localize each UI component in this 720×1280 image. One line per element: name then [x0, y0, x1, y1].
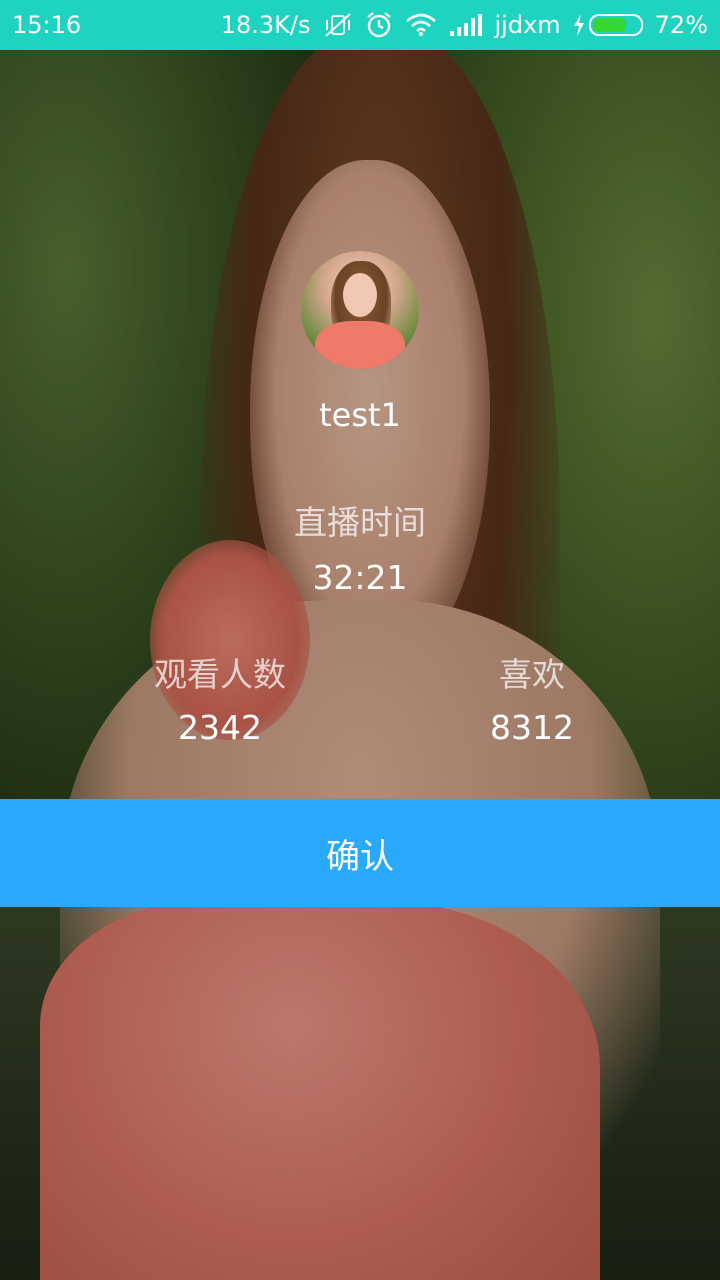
live-time-value: 32:21: [312, 558, 408, 597]
confirm-button[interactable]: 确认: [0, 799, 720, 907]
username: test1: [319, 396, 401, 434]
charging-icon: [573, 14, 585, 36]
viewers-label: 观看人数: [154, 655, 286, 694]
avatar: [301, 251, 419, 369]
live-time-label: 直播时间: [294, 503, 426, 542]
wifi-icon: [405, 13, 437, 37]
status-time: 15:16: [12, 11, 82, 39]
signal-icon: [449, 13, 483, 37]
battery-percent: 72%: [654, 11, 708, 39]
likes-value: 8312: [490, 708, 574, 747]
status-bar: 15:16 18.3K/s jjdxm 72%: [0, 0, 720, 50]
carrier-name: jjdxm: [494, 11, 561, 39]
battery-indicator: [573, 14, 643, 36]
mute-vibrate-icon: [323, 12, 353, 38]
viewers-value: 2342: [178, 708, 262, 747]
likes-label: 喜欢: [499, 655, 565, 694]
background-photo: [0, 0, 720, 1280]
battery-icon: [588, 14, 643, 36]
alarm-icon: [365, 11, 393, 39]
live-end-screen: 15:16 18.3K/s jjdxm 72% test1 直播时间 32:21…: [0, 0, 720, 1280]
network-speed: 18.3K/s: [220, 11, 311, 39]
